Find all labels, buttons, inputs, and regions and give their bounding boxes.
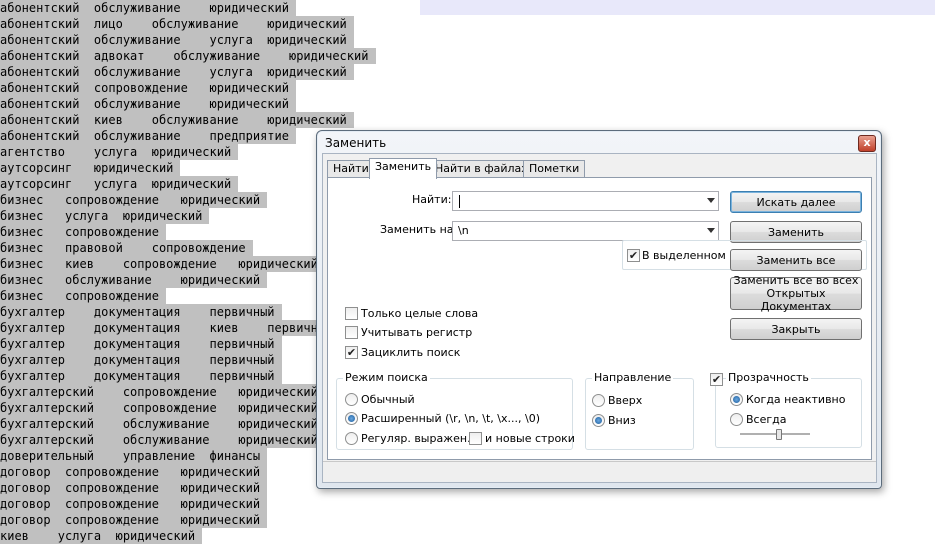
- search-mode-normal-radio[interactable]: [345, 393, 358, 406]
- editor-line[interactable]: абонентский обслуживание услуга юридичес…: [0, 64, 354, 80]
- dialog-client-area: Найти Заменить Найти в файлах Пометки На…: [322, 153, 877, 483]
- whole-words-checkbox[interactable]: [345, 307, 358, 320]
- editor-line[interactable]: аутсорсинг услуга юридический: [0, 176, 238, 192]
- tab-replace[interactable]: Заменить: [369, 158, 438, 179]
- editor-line[interactable]: договор сопровождение юридический: [0, 496, 267, 512]
- editor-line[interactable]: бухгалтер документация киев первичный: [0, 320, 340, 336]
- editor-line[interactable]: бухгалтерский сопровождение юридический: [0, 400, 325, 416]
- replace-all-open-line1: Заменить все во всех: [733, 274, 859, 287]
- whole-words-label: Только целые слова: [361, 307, 479, 320]
- transparency-inactive-label: Когда неактивно: [746, 393, 846, 406]
- editor-line[interactable]: абонентский обслуживание юридический: [0, 96, 296, 112]
- match-case-label: Учитывать регистр: [361, 326, 473, 339]
- editor-line[interactable]: абонентский лицо обслуживание юридически…: [0, 16, 354, 32]
- editor-line[interactable]: абонентский обслуживание юридический: [0, 0, 296, 16]
- transparency-always-label: Всегда: [746, 413, 787, 426]
- chevron-down-icon[interactable]: [707, 198, 715, 203]
- editor-line[interactable]: договор сопровождение юридический: [0, 512, 267, 528]
- editor-line[interactable]: бухгалтерский обслуживание юридический: [0, 416, 325, 432]
- close-button[interactable]: Закрыть: [730, 318, 862, 340]
- editor-line[interactable]: абонентский адвокат обслуживание юридиче…: [0, 48, 376, 64]
- editor-line[interactable]: бухгалтер документация первичный: [0, 336, 282, 352]
- find-combo[interactable]: [452, 191, 719, 211]
- replace-all-open-line2: Открытых Документах: [760, 287, 832, 313]
- replace-combo[interactable]: \n: [452, 221, 719, 241]
- replace-label: Заменить на:: [380, 223, 458, 236]
- status-bar: [323, 461, 876, 482]
- in-selection-label: В выделенном: [642, 249, 726, 262]
- close-icon[interactable]: x: [858, 135, 876, 152]
- editor-margin-strip: [420, 0, 935, 15]
- direction-group: Направление Вверх Вниз: [585, 371, 694, 450]
- transparency-checkbox[interactable]: ✔: [710, 373, 723, 386]
- transparency-always-radio[interactable]: [730, 413, 743, 426]
- find-next-button[interactable]: Искать далее: [730, 191, 862, 213]
- match-case-checkbox[interactable]: [345, 326, 358, 339]
- editor-line[interactable]: бизнес услуга юридический: [0, 208, 209, 224]
- chevron-down-icon[interactable]: [707, 228, 715, 233]
- search-mode-regex-label: Регуляр. выражен.: [361, 432, 471, 445]
- editor-line[interactable]: бизнес обслуживание юридический: [0, 272, 267, 288]
- direction-down-radio[interactable]: [592, 414, 605, 427]
- editor-line[interactable]: договор сопровождение юридический: [0, 464, 267, 480]
- editor-line[interactable]: агентство услуга юридический: [0, 144, 238, 160]
- tab-marks[interactable]: Пометки: [523, 160, 586, 178]
- editor-line[interactable]: абонентский обслуживание предприятие: [0, 128, 296, 144]
- transparency-slider-thumb[interactable]: [775, 429, 782, 440]
- editor-line[interactable]: бизнес сопровождение: [0, 288, 166, 304]
- editor-line[interactable]: бухгалтерский обслуживание юридический: [0, 432, 325, 448]
- wrap-around-label: Зациклить поиск: [361, 346, 461, 359]
- search-mode-group: Режим поиска Обычный Расширенный (\r, \n…: [336, 371, 575, 450]
- transparency-label: Прозрачность: [726, 371, 811, 384]
- editor-line[interactable]: абонентский сопровождение юридический: [0, 80, 296, 96]
- editor-line[interactable]: абонентский обслуживание услуга юридичес…: [0, 32, 354, 48]
- editor-line[interactable]: абонентский киев обслуживание юридически…: [0, 112, 354, 128]
- editor-line[interactable]: бухгалтерский сопровождение юридический: [0, 384, 325, 400]
- tab-find[interactable]: Найти: [327, 160, 375, 178]
- editor-line[interactable]: киев услуга юридический: [0, 528, 202, 544]
- editor-line[interactable]: договор сопровождение юридический: [0, 480, 267, 496]
- editor-line[interactable]: бизнес киев сопровождение юридический: [0, 256, 325, 272]
- transparency-group: ✔ Прозрачность Когда неактивно Всегда: [710, 371, 862, 448]
- tab-find-in-files[interactable]: Найти в файлах: [429, 160, 534, 178]
- regex-newlines-checkbox[interactable]: [469, 432, 482, 445]
- in-selection-checkbox[interactable]: ✔: [627, 249, 640, 262]
- replace-panel: Найти: Заменить на: \n Искать далее Заме…: [327, 177, 872, 460]
- editor-line[interactable]: доверительный управление финансы: [0, 448, 267, 464]
- regex-newlines-label: и новые строки: [485, 432, 575, 445]
- transparency-inactive-radio[interactable]: [730, 393, 743, 406]
- direction-down-label: Вниз: [608, 414, 636, 427]
- direction-up-radio[interactable]: [592, 394, 605, 407]
- wrap-around-checkbox[interactable]: ✔: [345, 346, 358, 359]
- text-caret: [459, 195, 460, 208]
- search-mode-title: Режим поиска: [343, 371, 430, 384]
- dialog-title: Заменить: [325, 136, 387, 150]
- editor-line[interactable]: бизнес правовой сопровождение: [0, 240, 253, 256]
- search-mode-regex-radio[interactable]: [345, 432, 358, 445]
- replace-all-in-open-docs-button[interactable]: Заменить все во всех Открытых Документах: [730, 274, 862, 313]
- editor-line[interactable]: бизнес сопровождение юридический: [0, 192, 267, 208]
- search-mode-extended-label: Расширенный (\r, \n, \t, \x..., \0): [361, 412, 540, 425]
- find-label: Найти:: [412, 193, 452, 206]
- editor-line[interactable]: бухгалтер документация первичный: [0, 304, 282, 320]
- direction-title: Направление: [592, 371, 674, 384]
- search-mode-extended-radio[interactable]: [345, 412, 358, 425]
- search-mode-normal-label: Обычный: [361, 393, 415, 406]
- direction-up-label: Вверх: [608, 394, 643, 407]
- editor-line[interactable]: аутсорсинг юридический: [0, 160, 180, 176]
- editor-line[interactable]: бухгалтер документация первичный: [0, 352, 282, 368]
- replace-all-button[interactable]: Заменить все: [730, 249, 862, 271]
- editor-line[interactable]: бизнес сопровождение: [0, 224, 166, 240]
- editor-line[interactable]: бухгалтер документация первичный: [0, 368, 282, 384]
- replace-value: \n: [458, 224, 469, 237]
- replace-dialog: Заменить x Найти Заменить Найти в файлах…: [316, 130, 882, 489]
